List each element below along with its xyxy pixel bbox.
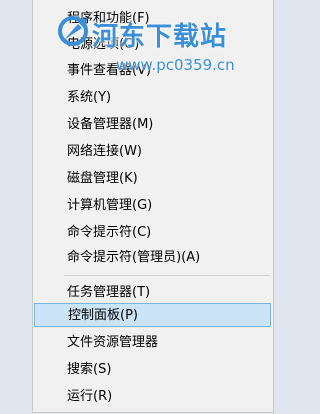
menu-item-network-connections[interactable]: 网络连接(W) <box>33 139 273 164</box>
menu-item-computer-management[interactable]: 计算机管理(G) <box>33 193 273 218</box>
menu-separator <box>64 275 270 276</box>
menu-item-programs-features[interactable]: 程序和功能(F) <box>33 6 273 31</box>
menu-item-disk-management[interactable]: 磁盘管理(K) <box>33 166 273 191</box>
menu-item-device-manager[interactable]: 设备管理器(M) <box>33 112 273 137</box>
menu-item-file-explorer[interactable]: 文件资源管理器 <box>33 330 273 355</box>
menu-item-event-viewer[interactable]: 事件查看器(V) <box>33 58 273 83</box>
menu-item-task-manager[interactable]: 任务管理器(T) <box>33 280 273 305</box>
context-menu: 程序和功能(F) 电源选项(O) 事件查看器(V) 系统(Y) 设备管理器(M)… <box>32 0 274 413</box>
menu-item-search[interactable]: 搜索(S) <box>33 357 273 382</box>
menu-item-run[interactable]: 运行(R) <box>33 384 273 409</box>
menu-item-power-options[interactable]: 电源选项(O) <box>33 32 273 57</box>
menu-item-command-prompt-admin[interactable]: 命令提示符(管理员)(A) <box>33 245 273 270</box>
menu-item-command-prompt[interactable]: 命令提示符(C) <box>33 220 273 245</box>
menu-item-control-panel[interactable]: 控制面板(P) <box>34 303 271 327</box>
menu-item-system[interactable]: 系统(Y) <box>33 85 273 110</box>
